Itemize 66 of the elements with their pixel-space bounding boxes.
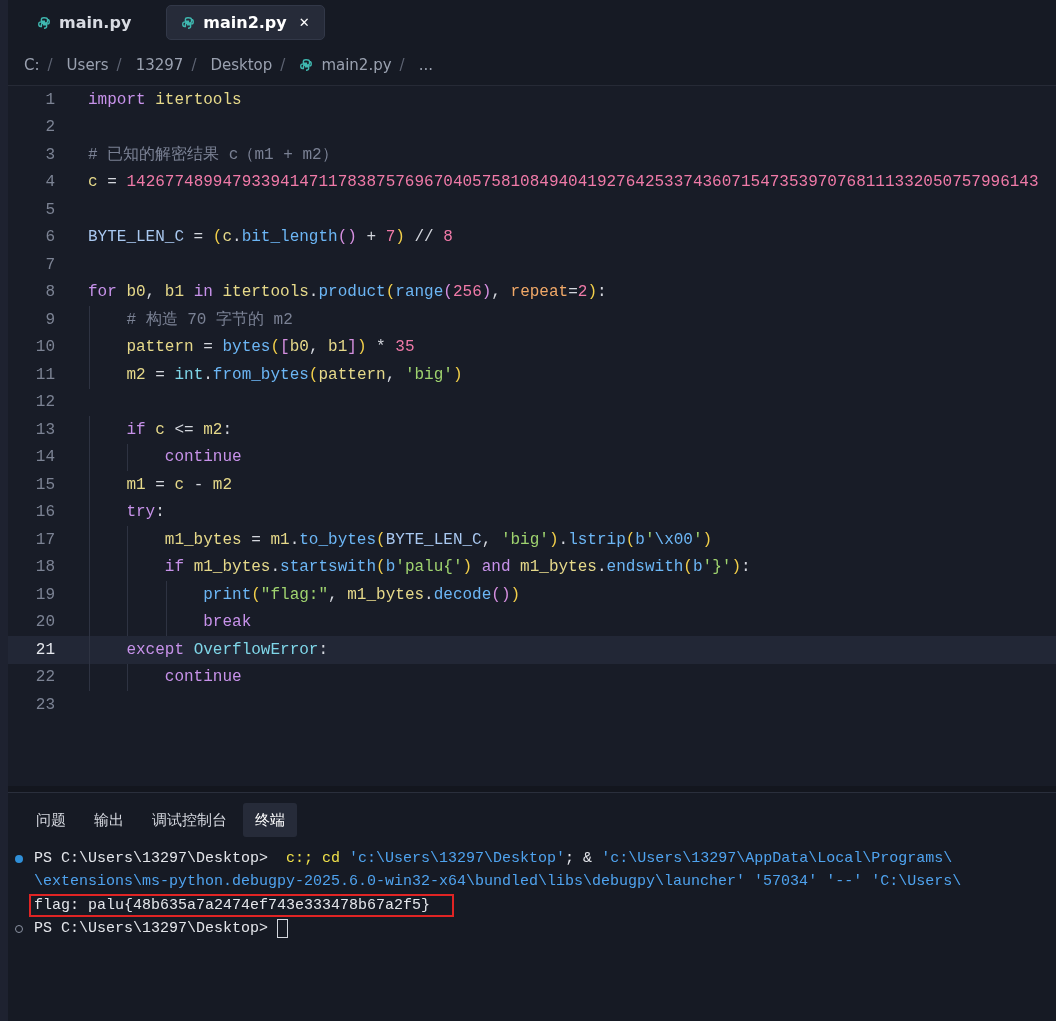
- terminal-line: PS C:\Users\13297\Desktop> c:; cd 'c:\Users\13297\Desktop'; & 'c:\Users\13297\AppData\Local\Programs\: [33, 849, 954, 870]
- line-number: 19: [34, 585, 55, 604]
- line-number: 6: [44, 228, 55, 247]
- line-number: 22: [34, 668, 55, 687]
- python-file-icon: [181, 15, 196, 30]
- breadcrumb-item[interactable]: 13297: [135, 56, 184, 74]
- python-file-icon: [299, 58, 314, 72]
- code-line: # 已知的解密结果 c（m1 + m2）: [88, 144, 338, 166]
- breadcrumb-separator: /: [116, 56, 122, 74]
- breadcrumb-item[interactable]: Users: [66, 56, 109, 74]
- code-line: if c <= m2:: [125, 420, 233, 439]
- breadcrumb-separator: /: [399, 56, 405, 74]
- line-number: 18: [34, 558, 55, 577]
- line-number: 1: [44, 90, 55, 109]
- line-number: 9: [44, 310, 55, 329]
- line-number: 7: [44, 255, 55, 274]
- panel-tab[interactable]: 问题: [24, 803, 78, 837]
- code-line: continue: [163, 448, 242, 467]
- code-line: pattern = bytes([b0, b1]) * 35: [125, 338, 415, 357]
- code-line: print("flag:", m1_bytes.decode()): [202, 585, 521, 604]
- panel-tab[interactable]: 输出: [82, 803, 136, 837]
- terminal-line: \extensions\ms-python.debugpy-2025.6.0-win32-x64\bundled\libs\debugpy\launcher' '57034' '--' 'C:\Users\: [33, 872, 963, 893]
- code-line: m1_bytes = m1.to_bytes(BYTE_LEN_C, 'big').lstrip(b'\x00'): [163, 530, 713, 549]
- breadcrumb-item[interactable]: Desktop: [210, 56, 273, 74]
- line-number: 10: [34, 338, 55, 357]
- code-line: m1 = c - m2: [125, 475, 233, 494]
- panel-tab[interactable]: 调试控制台: [140, 803, 239, 837]
- line-number: 5: [44, 200, 55, 219]
- breadcrumb-item[interactable]: ...: [418, 56, 433, 74]
- breadcrumb-item[interactable]: C:: [24, 56, 40, 74]
- line-number: 23: [34, 695, 55, 714]
- code-line: BYTE_LEN_C = (c.bit_length() + 7) // 8: [88, 228, 453, 247]
- code-line: import itertools: [88, 90, 242, 109]
- line-number: 14: [34, 448, 55, 467]
- line-number: 20: [34, 613, 55, 632]
- panel-tab[interactable]: 终端: [243, 803, 297, 837]
- code-line: # 构造 70 字节的 m2: [125, 309, 293, 331]
- file-tab[interactable]: main.py: [22, 5, 147, 40]
- line-number: 13: [34, 420, 55, 439]
- code-line: continue: [163, 668, 242, 687]
- code-line: m2 = int.from_bytes(pattern, 'big'): [125, 365, 463, 384]
- code-line: try:: [125, 503, 165, 522]
- code-line: for b0, b1 in itertools.product(range(256), repeat=2):: [88, 283, 607, 302]
- terminal-line: PS C:\Users\13297\Desktop>: [33, 919, 270, 940]
- line-number: 16: [34, 503, 55, 522]
- breadcrumb-separator: /: [191, 56, 197, 74]
- line-number: 8: [44, 283, 55, 302]
- file-tab[interactable]: main2.py ✕: [166, 5, 325, 40]
- breadcrumb-item[interactable]: main2.py: [321, 56, 392, 74]
- code-line: break: [202, 613, 252, 632]
- line-number: 2: [44, 118, 55, 137]
- python-file-icon: [37, 15, 51, 30]
- line-number: 21: [34, 640, 55, 659]
- breadcrumb-separator: /: [47, 56, 53, 74]
- code-line: if m1_bytes.startswith(b'palu{') and m1_bytes.endswith(b'}'):: [163, 558, 751, 577]
- line-number: 11: [34, 365, 55, 384]
- breadcrumb-separator: /: [280, 56, 286, 74]
- line-number: 15: [34, 475, 55, 494]
- line-number: 3: [44, 145, 55, 164]
- line-number: 4: [44, 173, 55, 192]
- line-number: 12: [34, 393, 55, 412]
- close-icon[interactable]: ✕: [298, 15, 310, 30]
- code-line: c = 14267748994793394147117838757696704057581084940419276425337436071547353970768111332050757996143: [88, 173, 1039, 192]
- code-line: except OverflowError:: [125, 640, 329, 659]
- command-status-dot: [15, 854, 23, 863]
- line-number: 17: [34, 530, 55, 549]
